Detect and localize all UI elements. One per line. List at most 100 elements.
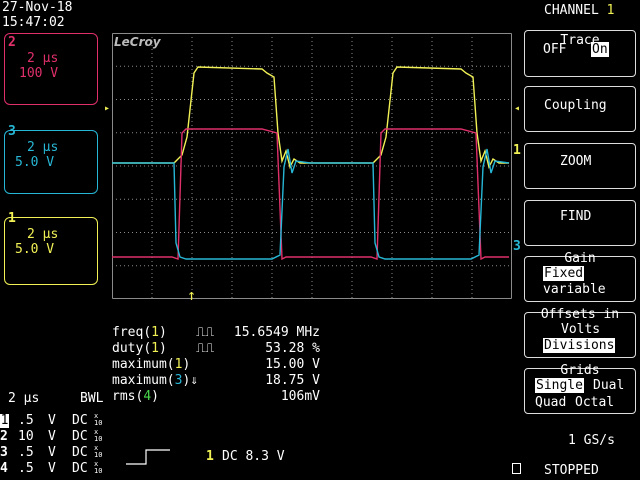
channel-row-unit: V [48,445,56,460]
channel-row-coupling: DC [72,413,88,428]
channel-row[interactable]: 2 [0,430,8,444]
x10-probe-icon: x 10 [94,460,103,475]
channel-2-id: 2 [8,35,16,50]
x10-probe-icon: x 10 [94,444,103,459]
channel-2-trace [112,128,509,261]
find-button[interactable]: FIND [524,200,636,246]
channel-1-timebase: 2 µs [27,227,59,242]
gain-label: Gain [564,251,596,266]
ch3-ground-marker: 3 [513,239,521,254]
grids-button[interactable]: Grids Single Dual Quad Octal [524,363,636,414]
channel-2-scale: 100 V [19,66,59,81]
measurement-name: duty [112,341,144,356]
trace-on-option[interactable]: On [591,42,609,57]
grids-label: Grids [560,363,600,378]
channel-row[interactable]: 1 [0,414,9,428]
sample-rate: 1 GS/s [568,433,615,448]
measurement-channel: 1 [151,341,159,356]
channel-row-id: 3 [0,445,8,460]
grids-single-text: Single [535,378,584,393]
zoom-button[interactable]: ZOOM [524,143,636,189]
measurement-value: 53.28 % [265,341,320,356]
trigger-level: DC 8.3 V [222,449,285,464]
trace-on-text: On [591,42,609,57]
channel-row-coupling: DC [72,445,88,460]
pulse-symbol-icon: ⎍⎍ [196,341,215,356]
measurement-channel: 3 [174,373,183,388]
x10-probe-icon: x 10 [94,412,103,427]
menu-title-channel: 1 [606,3,615,18]
find-label: FIND [560,209,592,224]
trace-label: Trace [560,33,600,48]
channel-2-box[interactable]: 2 2 µs 100 V [4,33,98,105]
measurement-value: 15.00 V [265,357,320,372]
ch1-offset-marker-right-icon: ◂ [514,103,521,114]
measurement-value: 15.6549 MHz [233,325,320,340]
grids-dual-option[interactable]: Dual [593,379,624,393]
channel-row-id: 2 [0,429,8,444]
channel-row-volts: .5 [18,413,34,428]
measurement-name: maximum [112,357,167,372]
rising-edge-trigger-icon [126,449,170,465]
channel-row-volts: .5 [18,445,34,460]
status-indicator-icon [512,463,521,474]
ch1-offset-marker-left-icon: ▸ [104,103,111,114]
channel-2-timebase: 2 µs [27,51,59,66]
offsets-divisions-option[interactable]: Divisions [543,338,616,353]
channel-3-box[interactable]: 3 2 µs 5.0 V [4,125,98,194]
measurement-row[interactable]: maximum(3)⇓ [112,374,198,388]
offsets-label: Offsets in [540,307,620,322]
brand-logo: LeCroy [114,35,161,49]
coupling-label: Coupling [544,98,607,113]
channel-row-unit: V [48,461,56,476]
gain-button[interactable]: Gain Fixed variable [524,251,636,302]
channel-3-timebase: 2 µs [27,140,59,155]
offsets-button[interactable]: Offsets in Volts Divisions [524,307,636,358]
measurement-channel: 1 [174,357,183,372]
channel-row[interactable]: 4 [0,462,8,476]
measurement-name: maximum [112,373,167,388]
channel-row-volts: 10 [18,429,34,444]
channel-row-coupling: DC [72,461,88,476]
trace-toggle-button[interactable]: Trace OFF On [524,30,636,77]
menu-title: CHANNEL 1 [544,4,614,18]
channel-1-box[interactable]: 1 2 µs 5.0 V [4,212,98,285]
measurement-name: freq [112,325,144,340]
zoom-label: ZOOM [560,154,592,169]
x10-probe-icon: x 10 [94,428,103,443]
bottom-timebase: 2 µs [8,391,40,406]
waveform-display[interactable]: LeCroy [112,33,512,299]
channel-row-id: 4 [0,461,8,476]
grids-quad-option[interactable]: Quad [535,396,566,410]
channel-1-scale: 5.0 V [15,242,55,257]
channel-row-unit: V [48,429,56,444]
channel-3-scale: 5.0 V [15,155,55,170]
measurement-row[interactable]: duty(1) [112,342,167,356]
bwl-label: BWL [80,391,104,406]
acquisition-status: STOPPED [544,463,599,478]
gain-variable-option[interactable]: variable [543,283,606,297]
grids-octal-option[interactable]: Octal [575,396,614,410]
measurement-value: 18.75 V [265,373,320,388]
channel-1-trace [112,66,509,170]
gain-fixed-option[interactable]: Fixed [543,266,585,281]
ch1-ground-marker: 1 [513,143,521,158]
channel-row-coupling: DC [72,429,88,444]
time-label: 15:47:02 [2,15,65,30]
channel-3-id: 3 [8,124,16,139]
grids-single-option[interactable]: Single [535,378,584,393]
measurement-channel: 4 [143,389,152,404]
coupling-button[interactable]: Coupling [524,86,636,132]
gain-fixed-text: Fixed [543,266,585,281]
trigger-position-arrow-icon: ↑ [187,286,197,304]
menu-title-text: CHANNEL [544,3,599,18]
waveform-svg [112,33,512,299]
trace-off-option[interactable]: OFF [543,43,566,57]
pulse-symbol-icon: ⎍⎍ [196,325,215,340]
measurement-row[interactable]: freq(1) [112,326,167,340]
date-label: 27-Nov-18 [2,0,73,15]
measurement-row[interactable]: maximum(1) [112,358,190,372]
offsets-volts-option[interactable]: Volts [561,323,600,337]
measurement-row[interactable]: rms(4) [112,390,159,404]
channel-row[interactable]: 3 [0,446,8,460]
